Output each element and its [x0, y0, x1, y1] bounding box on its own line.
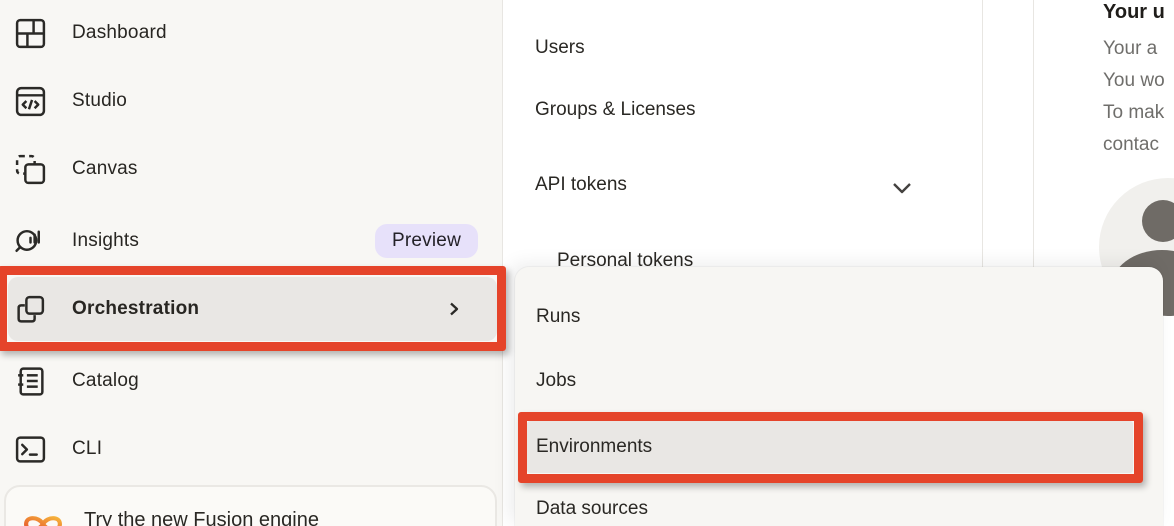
sidebar-item-label: Catalog — [72, 370, 139, 392]
settings-item-users[interactable]: Users — [535, 35, 585, 61]
profile-body-line: Your a — [1103, 33, 1165, 65]
flyout-item-jobs[interactable]: Jobs — [536, 368, 576, 394]
flyout-item-runs[interactable]: Runs — [536, 304, 580, 330]
sidebar-item-label: Studio — [72, 90, 127, 112]
flyout-item-environments[interactable]: Environments — [536, 434, 652, 460]
orchestration-overlapping-squares-icon — [14, 293, 47, 326]
sidebar-item-studio[interactable]: Studio — [0, 68, 503, 134]
canvas-squares-icon — [14, 153, 47, 186]
sidebar-item-label: Canvas — [72, 158, 138, 180]
sidebar-item-canvas[interactable]: Canvas — [0, 136, 503, 202]
profile-heading: Your u — [1103, 1, 1165, 24]
sidebar-item-label: Orchestration — [72, 298, 199, 320]
cli-terminal-icon — [14, 433, 47, 466]
fusion-engine-banner[interactable]: Try the new Fusion engine — [4, 485, 497, 526]
catalog-notebook-icon — [14, 365, 47, 398]
dashboard-grid-icon — [14, 17, 47, 50]
chevron-down-icon[interactable] — [888, 174, 916, 202]
preview-badge: Preview — [375, 224, 478, 258]
chevron-right-icon — [444, 299, 464, 319]
app-window: Dashboard Studio Canvas — [0, 0, 1174, 526]
sidebar-item-label: CLI — [72, 438, 102, 460]
profile-body-line: contac — [1103, 129, 1165, 161]
sidebar-item-dashboard[interactable]: Dashboard — [0, 0, 503, 66]
settings-item-api-tokens[interactable]: API tokens — [535, 172, 627, 198]
main-sidebar: Dashboard Studio Canvas — [0, 0, 503, 526]
insights-magnifier-chart-icon — [14, 225, 47, 258]
profile-body-line: To mak — [1103, 97, 1165, 129]
sidebar-item-orchestration[interactable]: Orchestration — [8, 277, 497, 341]
sidebar-item-label: Dashboard — [72, 22, 167, 44]
avatar-head-shape — [1142, 200, 1174, 242]
orchestration-flyout-menu: Runs Jobs Environments Data sources — [515, 267, 1163, 526]
sidebar-item-cli[interactable]: CLI — [0, 416, 503, 482]
profile-body-line: You wo — [1103, 65, 1165, 97]
profile-body-text: Your a You wo To mak contac — [1103, 33, 1165, 161]
fusion-infinity-icon — [22, 511, 64, 526]
studio-code-window-icon — [14, 85, 47, 118]
flyout-item-data-sources[interactable]: Data sources — [536, 496, 648, 522]
settings-item-groups-licenses[interactable]: Groups & Licenses — [535, 97, 696, 123]
sidebar-item-catalog[interactable]: Catalog — [0, 348, 503, 414]
sidebar-item-insights[interactable]: Insights Preview — [0, 208, 503, 274]
sidebar-item-label: Insights — [72, 230, 139, 252]
fusion-banner-label: Try the new Fusion engine — [84, 509, 319, 526]
